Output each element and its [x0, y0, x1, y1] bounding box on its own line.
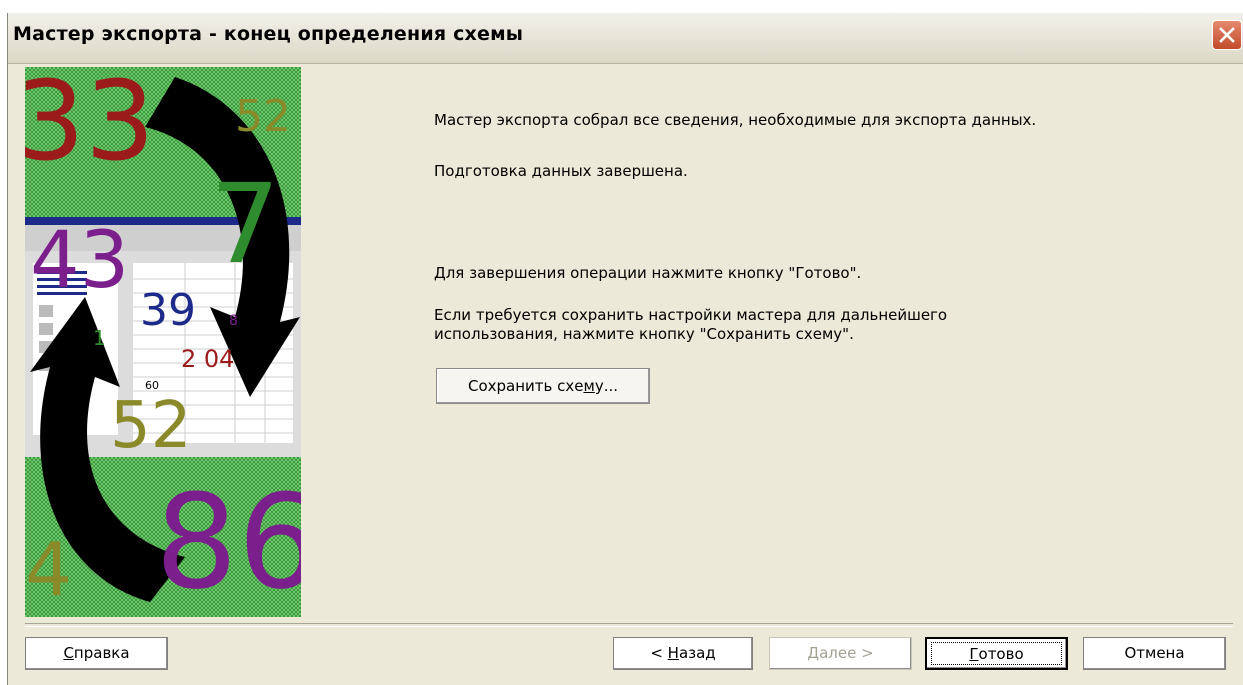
back-label-accel: Н: [667, 644, 679, 662]
num-204: 2 04: [181, 345, 234, 373]
button-area-separator: [25, 623, 1233, 627]
back-label-after: азад: [678, 644, 716, 662]
num-52-top: 52: [235, 91, 291, 142]
message-prepared: Подготовка данных завершена.: [434, 162, 688, 180]
window-title: Мастер экспорта - конец определения схем…: [13, 23, 524, 45]
num-1: 1: [93, 326, 106, 350]
help-label-after: правка: [73, 644, 130, 662]
num-8: 8: [229, 313, 238, 329]
num-43: 43: [30, 216, 129, 306]
num-33: 33: [25, 67, 155, 185]
wizard-illustration: 33 52 7 43 39 8 1 2 04 60 52 86 4: [25, 67, 301, 617]
help-label-accel: С: [63, 644, 74, 662]
save-scheme-label-after: у...: [594, 377, 618, 395]
close-button[interactable]: [1212, 20, 1242, 50]
cancel-button[interactable]: Отмена: [1083, 637, 1226, 670]
save-scheme-button[interactable]: Сохранить схему...: [436, 368, 650, 404]
embedded-square: [39, 305, 53, 317]
embedded-square: [39, 323, 53, 335]
next-label-accel: Д: [807, 644, 820, 662]
next-label-after: алее >: [819, 644, 874, 662]
num-39: 39: [140, 285, 196, 336]
title-bar[interactable]: Мастер экспорта - конец определения схем…: [8, 13, 1243, 64]
num-7: 7: [210, 160, 280, 288]
help-button[interactable]: Справка: [25, 637, 168, 670]
save-scheme-label-before: Сохранить схе: [467, 377, 584, 395]
back-button[interactable]: < Назад: [613, 637, 753, 670]
finish-focus-ring: [931, 642, 1062, 665]
message-save-hint-line2: использования, нажмите кнопку "Сохранить…: [434, 325, 854, 343]
num-52-mid: 52: [110, 389, 191, 463]
wizard-illustration-svg: 33 52 7 43 39 8 1 2 04 60 52 86 4: [25, 67, 301, 617]
message-collected: Мастер экспорта собрал все сведения, нео…: [434, 111, 1037, 129]
finish-button[interactable]: Готово: [925, 637, 1068, 670]
num-86: 86: [155, 466, 301, 617]
close-icon: [1219, 27, 1235, 43]
back-label-before: <: [650, 644, 668, 662]
next-button[interactable]: Далее >: [769, 637, 912, 670]
message-press-finish: Для завершения операции нажмите кнопку "…: [434, 264, 862, 282]
message-save-hint-line1: Если требуется сохранить настройки масте…: [434, 306, 948, 324]
num-4: 4: [25, 527, 72, 613]
save-scheme-label-accel: м: [583, 377, 595, 395]
